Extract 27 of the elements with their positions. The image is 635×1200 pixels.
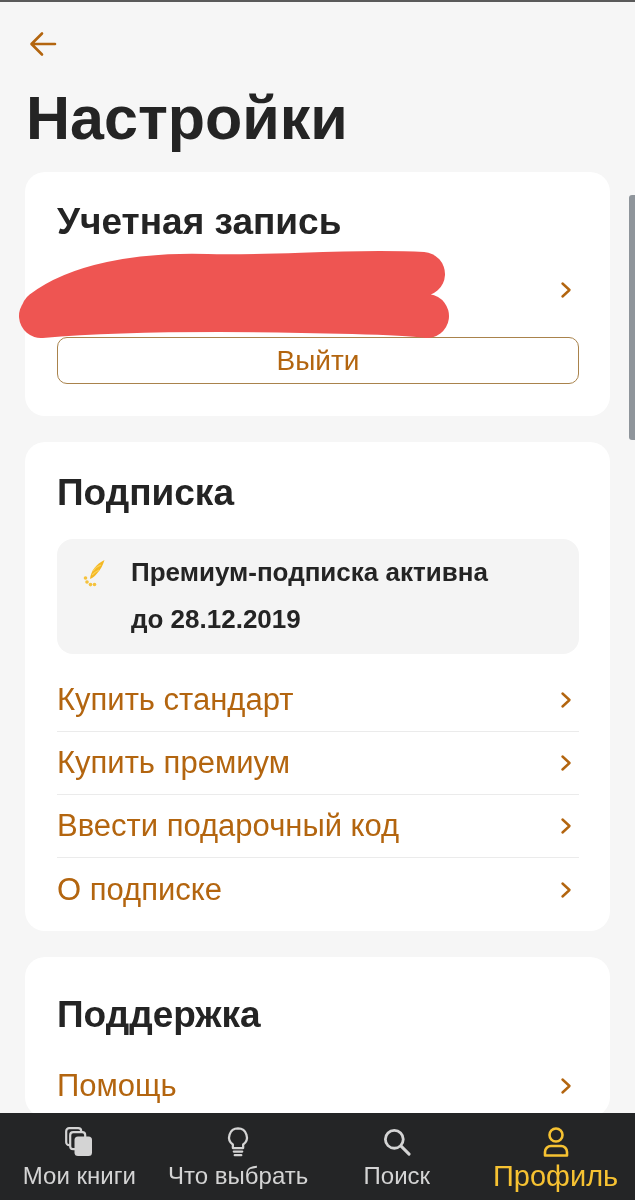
wing-icon [83, 559, 105, 587]
menu-link[interactable]: Купить премиум [57, 732, 579, 795]
nav-tab[interactable]: Профиль [476, 1113, 635, 1200]
chevron-right-icon [560, 754, 572, 772]
menu-link[interactable]: Помощь [57, 1054, 579, 1113]
chevron-right-icon [560, 691, 572, 709]
logout-button[interactable]: Выйти [57, 337, 579, 384]
page-title: Настройки [26, 83, 349, 153]
menu-link[interactable]: Купить стандарт [57, 669, 579, 732]
stacked-pages-icon [65, 1127, 94, 1157]
chevron-right-icon [560, 817, 572, 835]
menu-link[interactable]: Ввести подарочный код [57, 795, 579, 858]
chevron-right-icon [560, 280, 572, 299]
menu-link[interactable]: О подписке [57, 858, 579, 921]
back-button[interactable] [29, 31, 57, 57]
nav-tab[interactable]: Что выбрать [158, 1113, 318, 1200]
subscription-status-text: Премиум-подписка активна до 28.12.2019 [131, 556, 489, 636]
nav-tab[interactable]: Поиск [317, 1113, 477, 1200]
nav-tab[interactable]: Мои книги [0, 1113, 159, 1200]
scrollbar[interactable] [629, 195, 635, 440]
search-icon [382, 1127, 411, 1157]
chevron-right-icon [560, 880, 572, 899]
section-heading: Учетная запись [57, 202, 343, 242]
section-heading: Подписка [57, 473, 236, 513]
section-heading: Поддержка [57, 995, 262, 1035]
person-icon [541, 1127, 570, 1157]
chevron-right-icon [560, 1076, 572, 1095]
